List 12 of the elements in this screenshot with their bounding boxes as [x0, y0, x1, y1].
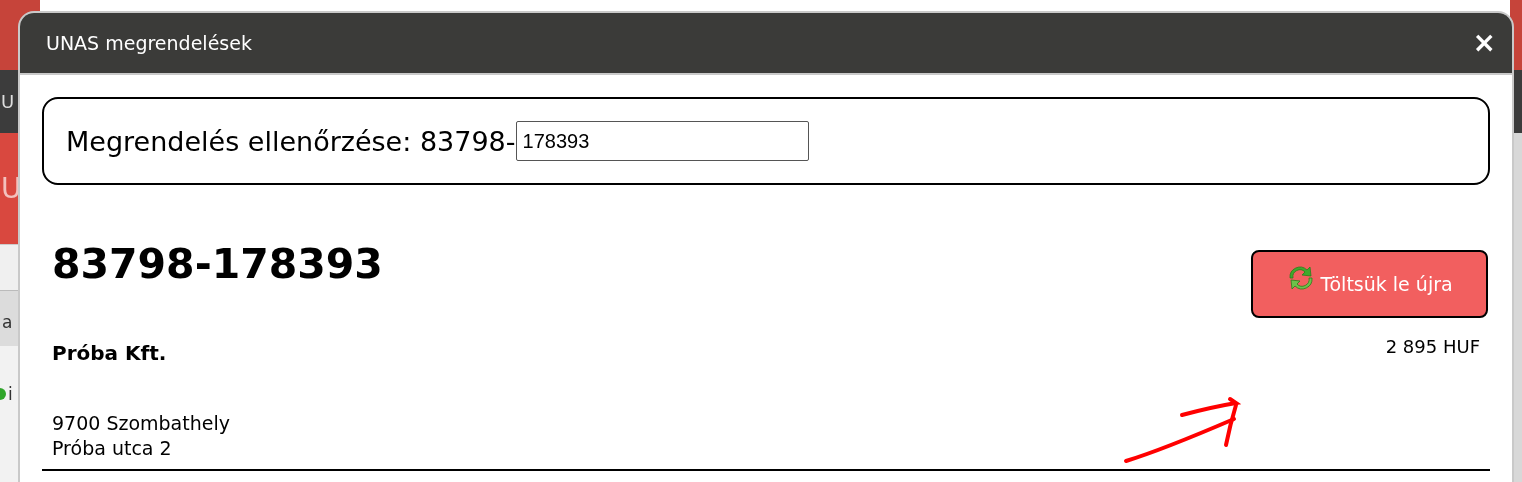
close-button[interactable]: × [1472, 29, 1496, 57]
customer-name: Próba Kft. [52, 341, 167, 365]
window-title: UNAS megrendelések [46, 32, 252, 54]
address-line: Próba utca 2 [52, 436, 173, 461]
row-text: i [8, 384, 13, 405]
menu-text: U [0, 90, 15, 112]
address-line: 9700 Szombathely [52, 411, 231, 436]
check-label: Megrendelés ellenőrzése: 83798- [66, 125, 516, 157]
order-number: 83798-178393 [52, 240, 383, 288]
row-text: a [1, 312, 13, 333]
order-total: 2 895 HUF [1385, 336, 1480, 359]
order-number-field[interactable]: 178393 [515, 121, 809, 161]
